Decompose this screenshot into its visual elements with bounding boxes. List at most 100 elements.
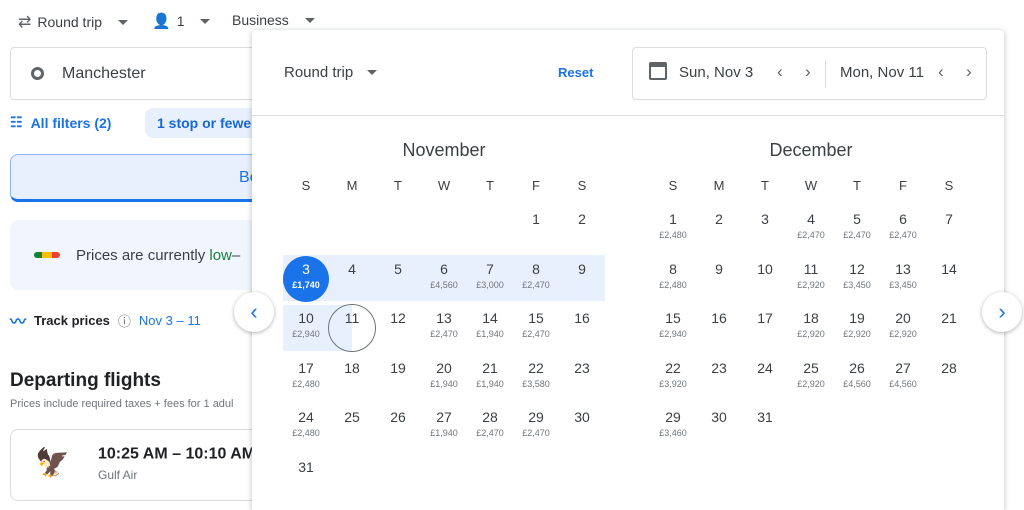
info-icon[interactable]: ⓘ [118,311,131,330]
day-cell[interactable]: 8 £2,480 [650,250,696,296]
all-filters-button[interactable]: ☷ All filters (2) [10,114,111,131]
day-cell[interactable]: 31 [283,448,329,494]
day-cell[interactable]: 15 £2,940 [650,299,696,345]
day-cell[interactable]: 23 [559,349,605,395]
day-number: 26 [390,409,406,425]
day-number: 27 [436,409,452,425]
day-cell[interactable]: 20 £1,940 [421,349,467,395]
day-cell[interactable]: 27 £4,560 [880,349,926,395]
day-cell[interactable]: 15 £2,470 [513,299,559,345]
day-cell[interactable]: 4 [329,250,375,296]
stops-chip[interactable]: 1 stop or fewer [145,108,269,138]
day-price: £2,480 [292,428,320,438]
day-number: 22 [665,359,681,376]
day-cell[interactable]: 26 [375,398,421,444]
airline-logo-icon: 🦅 [35,447,70,478]
depart-date[interactable]: Sun, Nov 3 [679,64,753,81]
day-cell[interactable]: 21 [926,299,972,345]
day-cell[interactable]: 13 £3,450 [880,250,926,296]
day-cell[interactable]: 10 £2,940 [283,299,329,345]
day-cell[interactable]: 9 [696,250,742,296]
depart-prev-icon[interactable]: ‹ [777,62,783,82]
day-cell[interactable]: 19 £2,920 [834,299,880,345]
day-cell[interactable]: 17 [742,299,788,345]
day-cell[interactable]: 19 [375,349,421,395]
weekday-label: W [437,178,451,193]
day-cell[interactable]: 1 £2,480 [650,200,696,246]
passengers-select[interactable]: 👤 1 [152,12,211,30]
reset-button[interactable]: Reset [558,65,593,80]
day-cell[interactable]: 1 [513,200,559,246]
weekday-label: F [899,178,907,193]
next-month-button[interactable]: › [982,292,1022,332]
day-cell[interactable]: 18 [329,349,375,395]
return-prev-icon[interactable]: ‹ [938,62,944,82]
day-cell[interactable]: 24 £2,480 [283,398,329,444]
day-cell[interactable]: 28 [926,349,972,395]
day-number: 26 [849,359,865,376]
day-cell[interactable]: 2 [696,200,742,246]
day-cell[interactable]: 7 £3,000 [467,250,513,296]
day-cell[interactable]: 8 £2,470 [513,250,559,296]
day-cell[interactable]: 20 £2,920 [880,299,926,345]
day-cell[interactable]: 26 £4,560 [834,349,880,395]
day-number: 12 [390,310,406,326]
day-cell[interactable]: 29 £3,460 [650,398,696,444]
day-number: 11 [803,260,819,277]
day-cell[interactable]: 12 £3,450 [834,250,880,296]
day-cell[interactable]: 30 [559,398,605,444]
day-price: £1,940 [430,378,458,389]
weekday-label: S [301,178,311,193]
day-cell[interactable]: 24 [742,349,788,395]
day-cell[interactable]: 29 £2,470 [513,398,559,444]
day-cell[interactable]: 9 [559,250,605,296]
day-cell[interactable]: 3 [742,200,788,246]
dialog-trip-type-select[interactable]: Round trip [284,64,378,81]
day-cell[interactable]: 25 [329,398,375,444]
dialog-header: Round trip Reset Sun, Nov 3 ‹ › Mon, Nov… [252,30,1004,116]
return-next-icon[interactable]: › [966,62,972,82]
day-cell[interactable]: 14 [926,250,972,296]
day-cell[interactable]: 3 £1,740 [283,250,329,296]
day-cell[interactable]: 13 £2,470 [421,299,467,345]
day-cell[interactable]: 6 £2,470 [880,200,926,246]
day-cell[interactable]: 22 £3,580 [513,349,559,395]
day-cell[interactable]: 2 [559,200,605,246]
day-cell[interactable]: 21 £1,940 [467,349,513,395]
day-cell[interactable]: 18 £2,920 [788,299,834,345]
cabin-select[interactable]: Business [232,12,315,28]
day-cell[interactable]: 31 [742,398,788,444]
day-number: 15 [528,310,544,326]
day-cell[interactable]: 25 £2,920 [788,349,834,395]
day-cell[interactable]: 17 £2,480 [283,349,329,395]
prev-month-button[interactable]: ‹ [234,292,274,332]
day-cell[interactable]: 4 £2,470 [788,200,834,246]
day-price: £2,920 [797,378,825,389]
day-cell[interactable]: 12 [375,299,421,345]
day-number: 30 [574,409,590,425]
day-number: 29 [528,409,544,425]
weekday-label: F [532,178,540,193]
return-date[interactable]: Mon, Nov 11 [840,64,924,81]
day-cell[interactable]: 11 [329,299,375,345]
day-price: £3,450 [843,279,871,290]
day-cell[interactable]: 23 [696,349,742,395]
day-cell[interactable]: 14 £1,940 [467,299,513,345]
day-cell[interactable]: 7 [926,200,972,246]
day-cell[interactable]: 5 £2,470 [834,200,880,246]
day-cell[interactable]: 5 [375,250,421,296]
day-cell[interactable]: 22 £3,920 [650,349,696,395]
day-number: 24 [757,359,773,376]
day-cell[interactable]: 30 [696,398,742,444]
trip-type-select[interactable]: ⇄ Round trip [18,12,128,32]
depart-next-icon[interactable]: › [805,62,811,82]
weekday-label: S [944,178,954,193]
day-cell[interactable]: 16 [559,299,605,345]
day-cell[interactable]: 27 £1,940 [421,398,467,444]
day-cell[interactable]: 16 [696,299,742,345]
day-cell[interactable]: 11 £2,920 [788,250,834,296]
day-cell[interactable]: 6 £4,560 [421,250,467,296]
day-number: 5 [853,211,861,227]
day-cell[interactable]: 28 £2,470 [467,398,513,444]
day-cell[interactable]: 10 [742,250,788,296]
